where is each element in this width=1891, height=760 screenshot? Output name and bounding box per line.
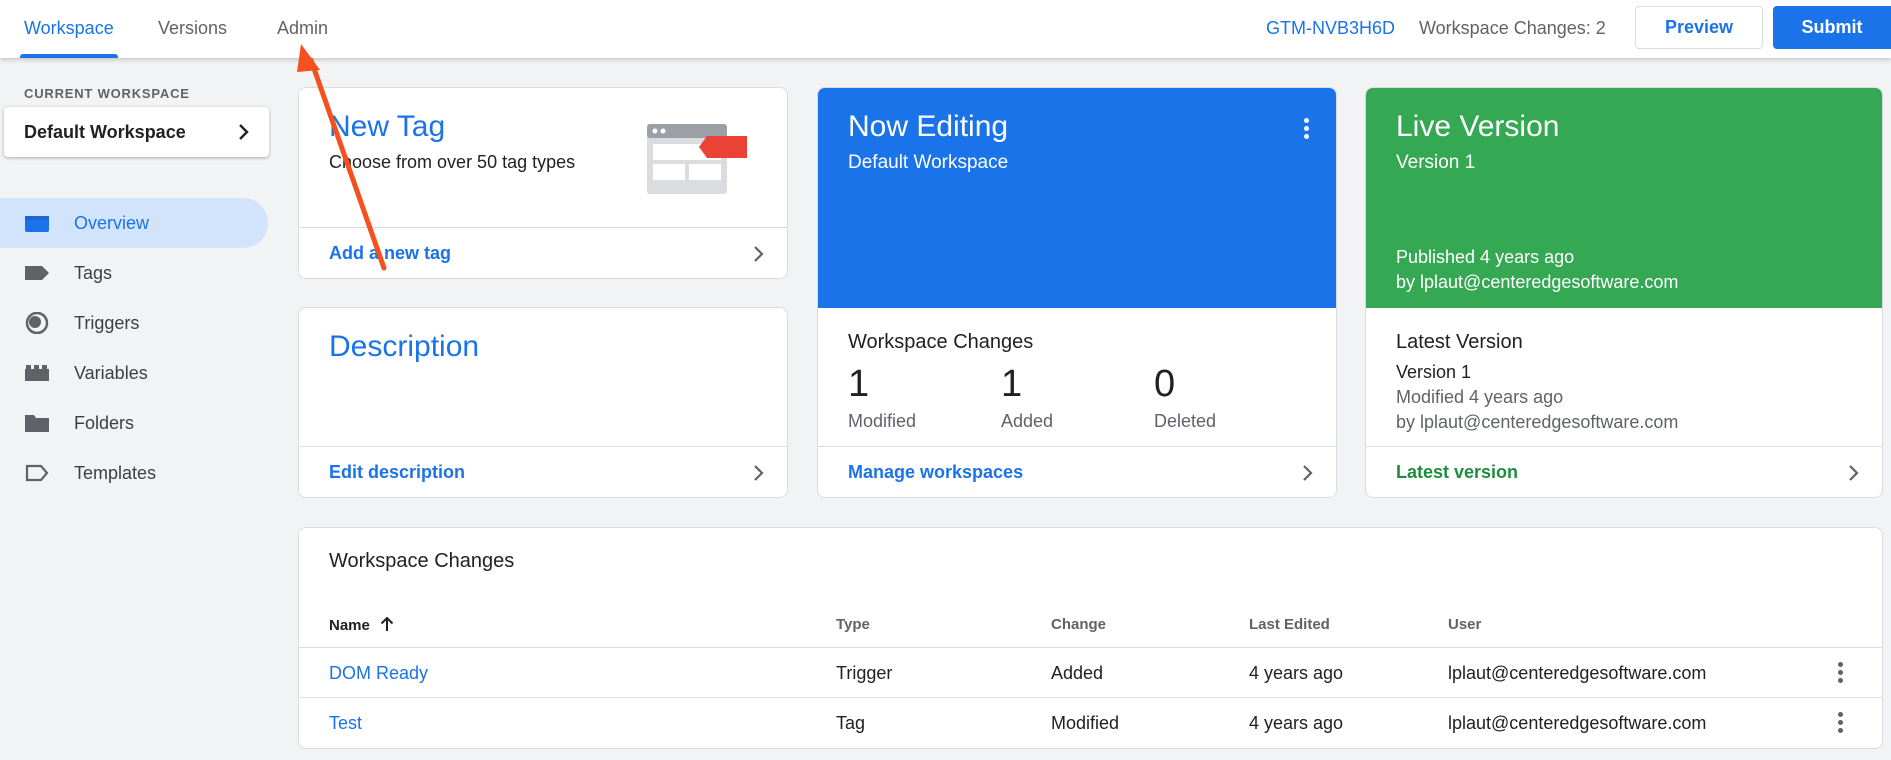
edit-description-label: Edit description bbox=[329, 462, 466, 482]
published-time: Published 4 years ago bbox=[1396, 247, 1575, 267]
deleted-count: 0 bbox=[1154, 363, 1176, 405]
column-header-user[interactable]: User bbox=[1448, 616, 1481, 633]
sidebar-item-label: Folders bbox=[74, 413, 135, 433]
new-tag-card[interactable]: New Tag Choose from over 50 tag types Ad… bbox=[298, 87, 788, 279]
now-editing-header: Now Editing Default Workspace bbox=[818, 88, 1336, 308]
submit-button[interactable]: Submit bbox=[1773, 6, 1891, 49]
column-header-change[interactable]: Change bbox=[1051, 616, 1106, 633]
add-new-tag-link[interactable]: Add a new tag bbox=[299, 227, 787, 278]
variables-icon bbox=[25, 365, 49, 381]
add-new-tag-label: Add a new tag bbox=[329, 243, 452, 263]
chevron-right-icon bbox=[1849, 465, 1859, 481]
now-editing-card: Now Editing Default Workspace Workspace … bbox=[817, 87, 1337, 498]
now-editing-workspace: Default Workspace bbox=[848, 152, 1009, 173]
live-version-card: Live Version Version 1 Published 4 years… bbox=[1365, 87, 1883, 498]
row-last-edited: 4 years ago bbox=[1249, 663, 1344, 683]
chevron-right-icon bbox=[754, 246, 764, 262]
more-vert-icon[interactable] bbox=[1838, 712, 1844, 734]
row-last-edited: 4 years ago bbox=[1249, 713, 1344, 733]
deleted-label: Deleted bbox=[1154, 411, 1217, 431]
column-header-name[interactable]: Name bbox=[329, 616, 394, 634]
row-change: Modified bbox=[1051, 713, 1120, 733]
row-change: Added bbox=[1051, 663, 1104, 683]
row-name-link[interactable]: DOM Ready bbox=[329, 648, 428, 698]
template-icon bbox=[25, 464, 49, 482]
more-vert-icon[interactable] bbox=[1838, 662, 1844, 684]
row-user: lplaut@centeredgesoftware.com bbox=[1448, 663, 1707, 683]
sidebar-item-label: Variables bbox=[74, 363, 148, 383]
container-id[interactable]: GTM-NVB3H6D bbox=[1266, 0, 1395, 56]
overview-icon bbox=[25, 216, 49, 232]
sidebar-item-variables[interactable]: Variables bbox=[0, 348, 268, 398]
tab-workspace[interactable]: Workspace bbox=[20, 0, 118, 58]
column-header-last-edited[interactable]: Last Edited bbox=[1249, 616, 1330, 633]
top-bar: Workspace Versions Admin GTM-NVB3H6D Wor… bbox=[0, 0, 1891, 58]
added-label: Added bbox=[1001, 411, 1054, 431]
folder-icon bbox=[25, 415, 49, 432]
sidebar-item-label: Templates bbox=[74, 463, 157, 483]
sidebar-item-templates[interactable]: Templates bbox=[0, 448, 268, 498]
row-type: Tag bbox=[836, 713, 866, 733]
manage-workspaces-label: Manage workspaces bbox=[848, 462, 1024, 482]
workspace-changes-table: Workspace Changes Name Type Change Last … bbox=[298, 527, 1883, 749]
edit-description-link[interactable]: Edit description bbox=[299, 446, 787, 497]
table-row[interactable]: DOM Ready Trigger Added 4 years ago lpla… bbox=[299, 647, 1882, 697]
now-editing-title: Now Editing bbox=[848, 110, 1009, 143]
row-name-link[interactable]: Test bbox=[329, 698, 362, 748]
table-title: Workspace Changes bbox=[329, 550, 515, 572]
modified-count: 1 bbox=[848, 363, 870, 405]
tab-admin[interactable]: Admin bbox=[277, 0, 328, 58]
current-workspace-label: CURRENT WORKSPACE bbox=[24, 86, 190, 101]
tag-icon bbox=[25, 266, 49, 280]
tag-illustration-icon bbox=[647, 124, 747, 194]
latest-version-label: Latest version bbox=[1396, 462, 1519, 482]
latest-version-heading: Latest Version bbox=[1396, 331, 1523, 353]
live-version-title: Live Version bbox=[1396, 110, 1560, 143]
published-by: by lplaut@centeredgesoftware.com bbox=[1396, 272, 1679, 292]
sidebar-item-overview[interactable]: Overview bbox=[0, 198, 268, 248]
sidebar-item-label: Overview bbox=[74, 213, 150, 233]
table-row[interactable]: Test Tag Modified 4 years ago lplaut@cen… bbox=[299, 697, 1882, 747]
live-version-number: Version 1 bbox=[1396, 152, 1476, 173]
sidebar-item-label: Triggers bbox=[74, 313, 140, 333]
new-tag-subtitle: Choose from over 50 tag types bbox=[329, 152, 576, 172]
new-tag-title[interactable]: New Tag bbox=[329, 110, 445, 144]
modified-label: Modified bbox=[848, 411, 917, 431]
arrow-up-icon bbox=[380, 616, 394, 631]
latest-modified-by: by lplaut@centeredgesoftware.com bbox=[1396, 412, 1679, 432]
row-type: Trigger bbox=[836, 663, 893, 683]
current-workspace-name: Default Workspace bbox=[24, 122, 186, 142]
added-count: 1 bbox=[1001, 363, 1023, 405]
chevron-right-icon bbox=[754, 465, 764, 481]
current-workspace-selector[interactable]: Default Workspace bbox=[4, 107, 269, 157]
sidebar-item-tags[interactable]: Tags bbox=[0, 248, 268, 298]
live-version-header: Live Version Version 1 Published 4 years… bbox=[1366, 88, 1882, 308]
row-user: lplaut@centeredgesoftware.com bbox=[1448, 713, 1707, 733]
preview-button[interactable]: Preview bbox=[1635, 6, 1763, 49]
description-title: Description bbox=[329, 330, 480, 363]
more-vert-icon[interactable] bbox=[1304, 118, 1310, 139]
latest-version-link[interactable]: Latest version bbox=[1366, 446, 1882, 497]
sidebar-item-folders[interactable]: Folders bbox=[0, 398, 268, 448]
workspace-changes-count: Workspace Changes: 2 bbox=[1419, 18, 1606, 38]
manage-workspaces-link[interactable]: Manage workspaces bbox=[818, 446, 1336, 497]
chevron-right-icon bbox=[1303, 465, 1313, 481]
column-header-label: Name bbox=[329, 617, 370, 634]
sidebar-item-triggers[interactable]: Triggers bbox=[0, 298, 268, 348]
tab-versions[interactable]: Versions bbox=[158, 0, 227, 58]
latest-modified-time: Modified 4 years ago bbox=[1396, 387, 1564, 407]
description-card: Description Edit description bbox=[298, 307, 788, 498]
chevron-right-icon bbox=[239, 124, 249, 140]
latest-version-number: Version 1 bbox=[1396, 362, 1472, 382]
column-header-type[interactable]: Type bbox=[836, 616, 870, 633]
workspace-changes-heading: Workspace Changes bbox=[848, 331, 1034, 353]
trigger-icon bbox=[25, 312, 49, 334]
sidebar-item-label: Tags bbox=[74, 263, 113, 283]
